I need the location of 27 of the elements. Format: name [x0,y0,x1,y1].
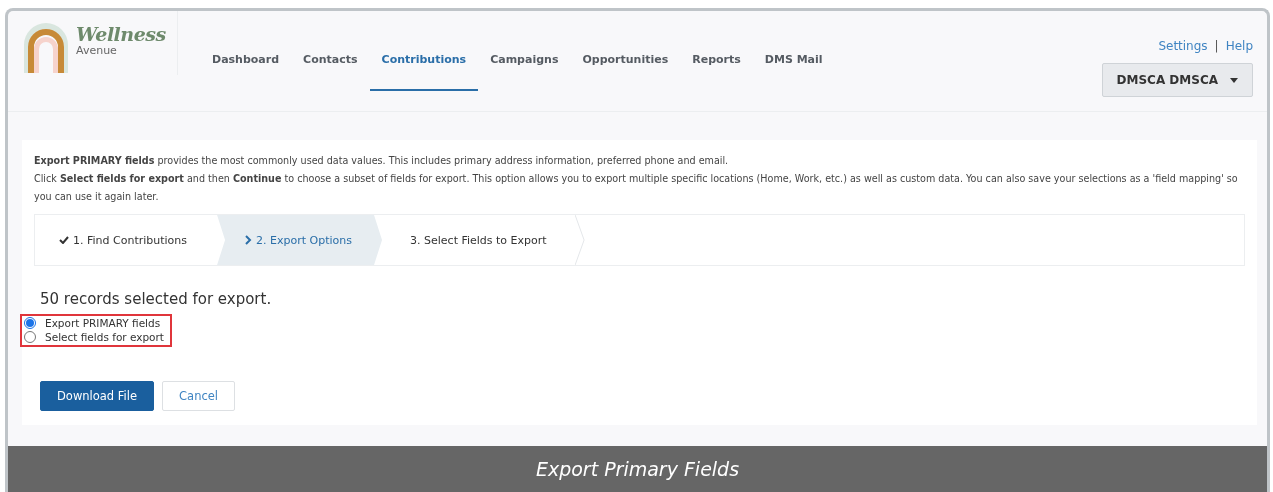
user-menu-button[interactable]: DMSCA DMSCA [1101,63,1253,97]
radio-label[interactable]: Select fields for export [45,331,164,343]
check-icon [59,236,69,244]
radio-label[interactable]: Export PRIMARY fields [45,317,161,329]
nav-tab[interactable]: Campaigns [478,53,571,91]
nav-tab[interactable]: Reports [680,53,753,91]
link-separator: | [1214,39,1219,53]
header-link[interactable]: Settings [1158,39,1208,53]
cancel-button[interactable]: Cancel [162,381,236,411]
records-heading: 50 records selected for export. [40,290,273,308]
nav-tab[interactable]: Opportunities [570,53,681,91]
caret-icon [1230,77,1238,83]
nav-tab[interactable]: DMS Mail [752,53,835,91]
intro-paragraph: Click Select fields for export and then Continue to choose a subset of fields for export. This option allows you to export multiple specific locations (Home, Work, etc.) as well as custom data. You can also save your selections as a 'field mapping' so you can use it again later. [34,172,1239,204]
chevron-icon [245,235,253,245]
nav-tab[interactable]: Contacts [291,53,370,91]
download-button[interactable]: Download File [40,381,155,411]
header-link[interactable]: Help [1225,39,1253,53]
logo-name: Wellness [76,23,166,45]
wizard-step[interactable]: 2. Export Options [217,215,382,265]
radio-button[interactable] [24,331,36,343]
radio-button[interactable] [24,317,36,329]
nav-tab[interactable]: Dashboard [200,53,292,91]
caption-text: Export Primary Fields [535,458,740,480]
logo-tagline: Avenue [76,45,118,57]
nav-tab[interactable]: Contributions [369,53,479,91]
intro-paragraph: Export PRIMARY fields provides the most commonly used data values. This includes primary address information, preferred phone and email. [34,154,730,168]
